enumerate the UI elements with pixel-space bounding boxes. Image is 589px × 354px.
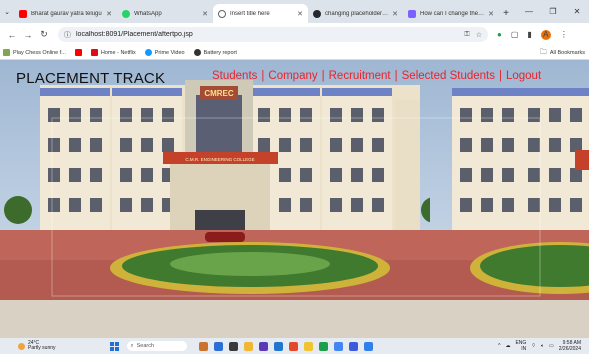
tab-youtube[interactable]: Bharat gaurav yatra telugu ✕	[14, 4, 117, 23]
tab-title: Insert title here	[230, 10, 270, 17]
app-icon[interactable]	[288, 341, 298, 351]
bookmark-label: Prime Video	[154, 49, 185, 56]
nav-link-logout[interactable]: Logout	[506, 70, 541, 82]
app-icon[interactable]	[363, 341, 373, 351]
url-input[interactable]	[76, 31, 460, 38]
minimize-icon[interactable]: —	[517, 0, 541, 23]
youtube-icon	[74, 49, 82, 56]
new-tab-button[interactable]: +	[499, 4, 513, 23]
app-icon[interactable]	[318, 341, 328, 351]
window-controls: — ❐ ✕	[517, 0, 589, 23]
close-icon[interactable]: ✕	[488, 10, 494, 18]
globe-icon	[193, 49, 201, 56]
side-panel-icon[interactable]: ▮	[527, 30, 531, 39]
bookmarks-bar: Play Chess Online f... Home - Netflix Pr…	[0, 46, 589, 60]
college-banner-text: C.M.R. ENGINEERING COLLEGE	[185, 157, 254, 162]
chrome-icon[interactable]	[333, 341, 343, 351]
search-icon: ⌕	[130, 342, 134, 349]
app-icon[interactable]	[228, 341, 238, 351]
close-icon[interactable]: ✕	[106, 10, 112, 18]
wifi-icon[interactable]: ⌔	[531, 343, 536, 349]
close-icon[interactable]: ✕	[297, 10, 303, 18]
tab-title: Bharat gaurav yatra telugu	[31, 10, 102, 17]
key-icon[interactable]: ⚿	[464, 31, 469, 39]
taskbar-search[interactable]: ⌕ Search	[126, 341, 187, 351]
language-indicator[interactable]: ENG IN	[515, 340, 526, 352]
bookmark-chess[interactable]: Play Chess Online f...	[3, 49, 66, 56]
page-viewport: CMREC C.M.R. ENGINEERING COLLEGE PLACEME…	[0, 60, 589, 338]
address-bar[interactable]: ⓘ ⚿ ☆	[58, 27, 488, 42]
profile-avatar[interactable]: A	[540, 29, 551, 40]
cloud-icon[interactable]: ☁	[505, 343, 510, 349]
app-icon[interactable]	[348, 341, 358, 351]
prime-video-icon	[144, 49, 152, 56]
tab-title: How can I change the defa	[420, 10, 484, 17]
reload-icon[interactable]: ↻	[36, 27, 52, 43]
tab-title: changing placeholder text	[325, 10, 389, 17]
speaker-icon[interactable]: 🔈︎	[541, 343, 544, 349]
clock[interactable]: 9:58 AM 2/26/2024	[559, 340, 581, 352]
close-icon[interactable]: ✕	[392, 10, 398, 18]
whatsapp-icon	[122, 9, 130, 18]
tab-forum[interactable]: How can I change the defa ✕	[403, 4, 499, 23]
bookmark-netflix[interactable]: Home - Netflix	[90, 49, 136, 56]
campus-background-image: CMREC C.M.R. ENGINEERING COLLEGE	[0, 60, 589, 338]
github-icon	[313, 9, 321, 18]
site-info-icon[interactable]: ⓘ	[64, 30, 71, 40]
bookmark-label: All Bookmarks	[549, 50, 585, 56]
globe-icon	[218, 9, 226, 18]
forward-arrow-icon[interactable]: →	[20, 27, 36, 43]
tab-title: WhatsApp	[134, 10, 162, 17]
tab-search-dropdown-icon[interactable]: ⌄	[0, 0, 14, 23]
windows-start-icon[interactable]	[109, 341, 119, 351]
browser-tab-strip: ⌄ Bharat gaurav yatra telugu ✕ WhatsApp …	[0, 0, 589, 23]
close-icon[interactable]: ✕	[202, 10, 208, 18]
chevron-up-icon[interactable]: ^	[498, 343, 500, 349]
bookmark-star-icon[interactable]: ☆	[476, 31, 482, 39]
netflix-icon	[90, 49, 98, 56]
site-title: PLACEMENT TRACK	[16, 70, 166, 87]
app-icon[interactable]	[198, 341, 208, 351]
forum-icon	[408, 9, 416, 18]
nav-link-company[interactable]: Company	[268, 70, 317, 82]
building-sign-text: CMREC	[204, 89, 234, 98]
back-arrow-icon[interactable]: ←	[4, 27, 20, 43]
search-placeholder: Search	[136, 343, 155, 349]
folder-icon: 🗀	[539, 48, 547, 56]
extension-green-icon[interactable]: ●	[497, 30, 502, 39]
weather-description: Partly sunny	[28, 345, 56, 351]
bookmark-youtube[interactable]	[74, 49, 82, 56]
bookmark-prime-video[interactable]: Prime Video	[144, 49, 185, 56]
youtube-icon	[19, 9, 27, 18]
battery-icon[interactable]: ▭	[549, 343, 554, 349]
tab-github[interactable]: changing placeholder text ✕	[308, 4, 403, 23]
nav-link-students[interactable]: Students	[212, 70, 257, 82]
app-icon[interactable]	[303, 341, 313, 351]
all-bookmarks[interactable]: 🗀 All Bookmarks	[540, 46, 585, 60]
app-icon[interactable]	[243, 341, 253, 351]
windows-taskbar: 24°C Partly sunny ⌕ Search ^ ☁ ENG IN ⌔ …	[0, 338, 589, 354]
app-icon[interactable]	[273, 341, 283, 351]
bookmark-label: Home - Netflix	[100, 49, 136, 56]
chess-pawn-icon	[3, 49, 10, 56]
taskbar-apps	[198, 341, 373, 351]
tab-whatsapp[interactable]: WhatsApp ✕	[117, 4, 213, 23]
app-icon[interactable]	[258, 341, 268, 351]
extensions-puzzle-icon[interactable]: ▢	[511, 30, 519, 39]
menu-kebab-icon[interactable]: ⋮	[560, 30, 568, 39]
system-tray: ^ ☁ ENG IN ⌔ 🔈︎ ▭ 9:58 AM 2/26/2024	[498, 338, 581, 354]
browser-toolbar: ← → ↻ ⓘ ⚿ ☆ ● ▢ ▮ A ⋮	[0, 23, 589, 46]
nav-link-recruitment[interactable]: Recruitment	[329, 70, 391, 82]
nav-link-selected-students[interactable]: Selected Students	[402, 70, 495, 82]
sun-icon	[18, 342, 25, 350]
bookmark-battery-report[interactable]: Battery report	[193, 49, 237, 56]
close-window-icon[interactable]: ✕	[565, 0, 589, 23]
bookmark-label: Play Chess Online f...	[13, 49, 66, 56]
main-navigation: Students | Company | Recruitment | Selected St…	[212, 70, 542, 82]
app-icon[interactable]	[213, 341, 223, 351]
bookmark-label: Battery report	[203, 49, 237, 56]
tab-insert-title[interactable]: Insert title here ✕	[213, 4, 308, 23]
weather-widget[interactable]: 24°C Partly sunny	[18, 340, 56, 352]
restore-icon[interactable]: ❐	[541, 0, 565, 23]
